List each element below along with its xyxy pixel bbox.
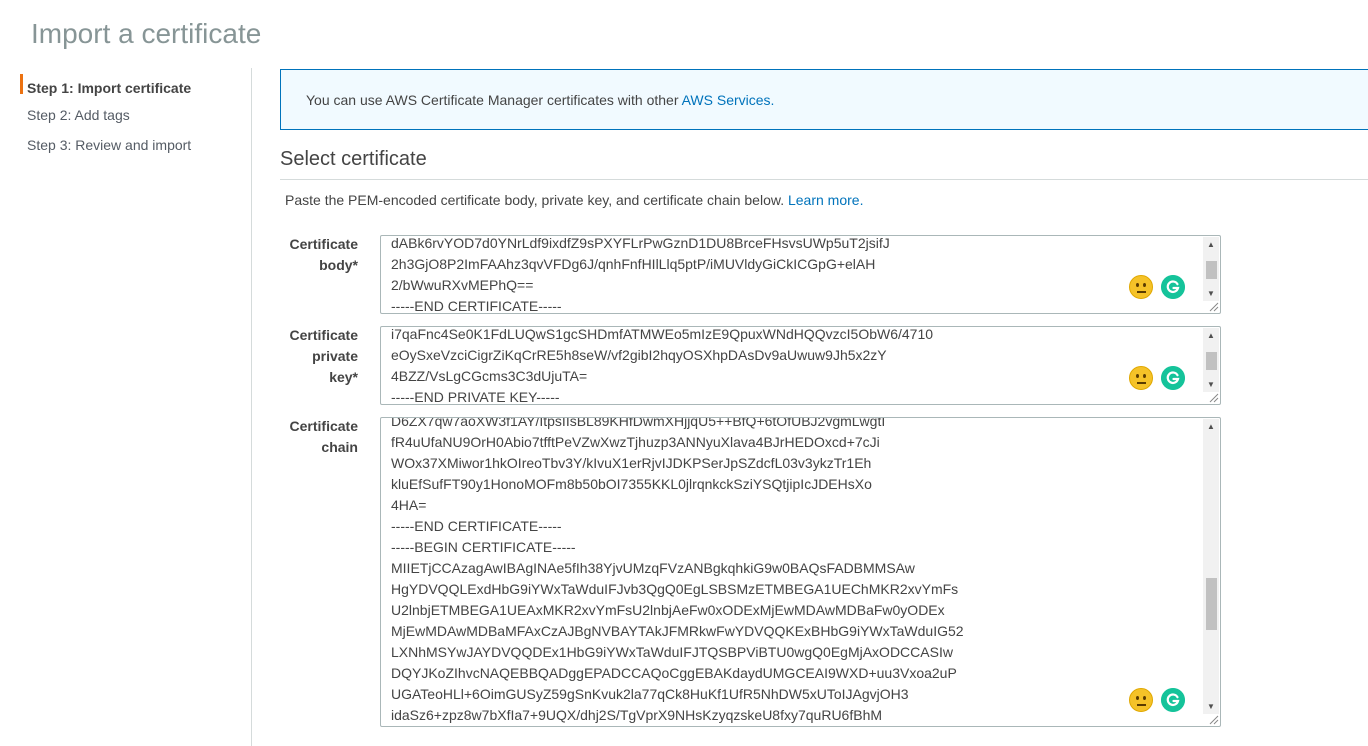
info-alert: You can use AWS Certificate Manager cert… (280, 69, 1368, 130)
resize-handle-icon[interactable] (1207, 391, 1219, 403)
text-line: kluEfSufFT90y1HonoMOFm8b50bOI7355KKL0jlr… (391, 476, 872, 492)
text-line: dABk6rvYOD7d0YNrLdf9ixdfZ9sPXYFLrPwGznD1… (391, 235, 890, 251)
private-key-label-line1: Certificate (289, 327, 358, 343)
text-line: WOx37XMiwor1hkOIreoTbv3Y/kIvuX1erRjvIJDK… (391, 455, 872, 471)
certificate-body-text: dABk6rvYOD7d0YNrLdf9ixdfZ9sPXYFLrPwGznD1… (391, 235, 1198, 314)
text-line: 2h3GjO8P2ImFAAhz3qvVFDg6J/qnhFnfHIlLlq5p… (391, 256, 876, 272)
text-line: U2lnbjETMBEGA1UEAxMKR2xvYmFsU2lnbjAeFw0x… (391, 602, 945, 618)
text-line: 4HA= (391, 497, 427, 513)
neutral-face-icon[interactable] (1129, 275, 1153, 299)
scroll-up-arrow-icon[interactable]: ▲ (1203, 237, 1219, 252)
certificate-chain-text: D6ZX7qw7aoXW3f1AY/ItpsIIsBL89KHfDwmXHjjq… (391, 417, 1198, 726)
grammarly-icon[interactable] (1161, 275, 1185, 299)
private-key-text: i7qaFnc4Se0K1FdLUQwS1gcSHDmfATMWEo5mIzE9… (391, 326, 1198, 405)
step-import-certificate[interactable]: Step 1: Import certificate (20, 74, 250, 96)
scrollbar-thumb[interactable] (1206, 352, 1217, 370)
page-title: Import a certificate (31, 18, 262, 49)
section-description-text: Paste the PEM-encoded certificate body, … (285, 192, 788, 208)
certificate-chain-label: Certificate chain (258, 416, 358, 458)
text-line: -----BEGIN CERTIFICATE----- (391, 539, 576, 555)
step-add-tags[interactable]: Step 2: Add tags (20, 100, 250, 130)
resize-handle-icon[interactable] (1207, 713, 1219, 725)
scroll-down-arrow-icon[interactable]: ▼ (1203, 699, 1219, 714)
text-line: 4BZZ/VsLgCGcms3C3dUjuTA= (391, 368, 588, 384)
text-line: MIIETjCCAzagAwIBAgINAe5fIh38YjvUMzqFVzAN… (391, 560, 915, 576)
text-line: -----END CERTIFICATE----- (391, 298, 562, 314)
info-message: You can use AWS Certificate Manager cert… (306, 92, 682, 108)
certificate-body-label-line1: Certificate (289, 236, 358, 252)
sidebar-divider (251, 68, 252, 746)
scroll-down-arrow-icon[interactable]: ▼ (1203, 286, 1219, 301)
text-line: DQYJKoZIhvcNAQEBBQADggEPADCCAQoCggEBAKda… (391, 665, 957, 681)
wizard-steps: Step 1: Import certificate Step 2: Add t… (20, 70, 250, 160)
private-key-label-line2: private (312, 348, 358, 364)
text-line: UGATeoHLl+6OimGUSyZ59gSnKvuk2la77qCk8HuK… (391, 686, 909, 702)
certificate-chain-label-line1: Certificate (289, 418, 358, 434)
section-divider (280, 179, 1368, 180)
grammarly-icon[interactable] (1161, 366, 1185, 390)
certificate-chain-scrollbar[interactable]: ▲ ▼ (1203, 419, 1219, 714)
neutral-face-icon[interactable] (1129, 688, 1153, 712)
step-review-and-import[interactable]: Step 3: Review and import (20, 130, 250, 160)
certificate-body-label: Certificate body* (258, 234, 358, 276)
aws-services-link[interactable]: AWS Services. (682, 92, 775, 108)
text-line: eOySxeVzciCigrZiKqCrRE5h8seW/vf2gibI2hqy… (391, 347, 887, 363)
resize-handle-icon[interactable] (1207, 300, 1219, 312)
certificate-body-scrollbar[interactable]: ▲ ▼ (1203, 237, 1219, 301)
scroll-up-arrow-icon[interactable]: ▲ (1203, 419, 1219, 434)
certificate-chain-textarea[interactable]: D6ZX7qw7aoXW3f1AY/ItpsIIsBL89KHfDwmXHjjq… (380, 417, 1221, 727)
certificate-body-label-line2: body* (319, 257, 358, 273)
text-line: -----END PRIVATE KEY----- (391, 389, 560, 405)
grammarly-icon[interactable] (1161, 688, 1185, 712)
private-key-label: Certificate private key* (258, 325, 358, 388)
text-line: fR4uUfaNU9OrH0Abio7tfftPeVZwXwzTjhuzp3AN… (391, 434, 880, 450)
section-description: Paste the PEM-encoded certificate body, … (285, 192, 863, 208)
text-line: LXNhMSYwJAYDVQQDEx1HbG9iYWxTaWduIFJTQSBP… (391, 644, 953, 660)
text-line: MjEwMDAwMDBaMFAxCzAJBgNVBAYTAkJFMRkwFwYD… (391, 623, 964, 639)
neutral-face-icon[interactable] (1129, 366, 1153, 390)
certificate-body-textarea[interactable]: dABk6rvYOD7d0YNrLdf9ixdfZ9sPXYFLrPwGznD1… (380, 235, 1221, 314)
private-key-label-line3: key* (329, 369, 358, 385)
scrollbar-thumb[interactable] (1206, 578, 1217, 630)
section-title: Select certificate (280, 148, 427, 170)
text-line: -----END CERTIFICATE----- (391, 518, 562, 534)
private-key-scrollbar[interactable]: ▲ ▼ (1203, 328, 1219, 392)
learn-more-link[interactable]: Learn more. (788, 192, 863, 208)
info-text: You can use AWS Certificate Manager cert… (306, 92, 774, 108)
text-line: HgYDVQQLExdHbG9iYWxTaWduIFJvb3QgQ0EgLSBS… (391, 581, 959, 597)
scrollbar-thumb[interactable] (1206, 261, 1217, 279)
text-line: i7qaFnc4Se0K1FdLUQwS1gcSHDmfATMWEo5mIzE9… (391, 326, 934, 342)
private-key-textarea[interactable]: i7qaFnc4Se0K1FdLUQwS1gcSHDmfATMWEo5mIzE9… (380, 326, 1221, 405)
text-line: 2/bWwuRXvMEPhQ== (391, 277, 534, 293)
certificate-chain-label-line2: chain (321, 439, 358, 455)
text-line: D6ZX7qw7aoXW3f1AY/ItpsIIsBL89KHfDwmXHjjq… (391, 417, 886, 429)
scroll-down-arrow-icon[interactable]: ▼ (1203, 377, 1219, 392)
scroll-up-arrow-icon[interactable]: ▲ (1203, 328, 1219, 343)
text-line: idaSz6+zpz8w7bXfIa7+9UQX/dhj2S/TgVprX9NH… (391, 707, 883, 723)
